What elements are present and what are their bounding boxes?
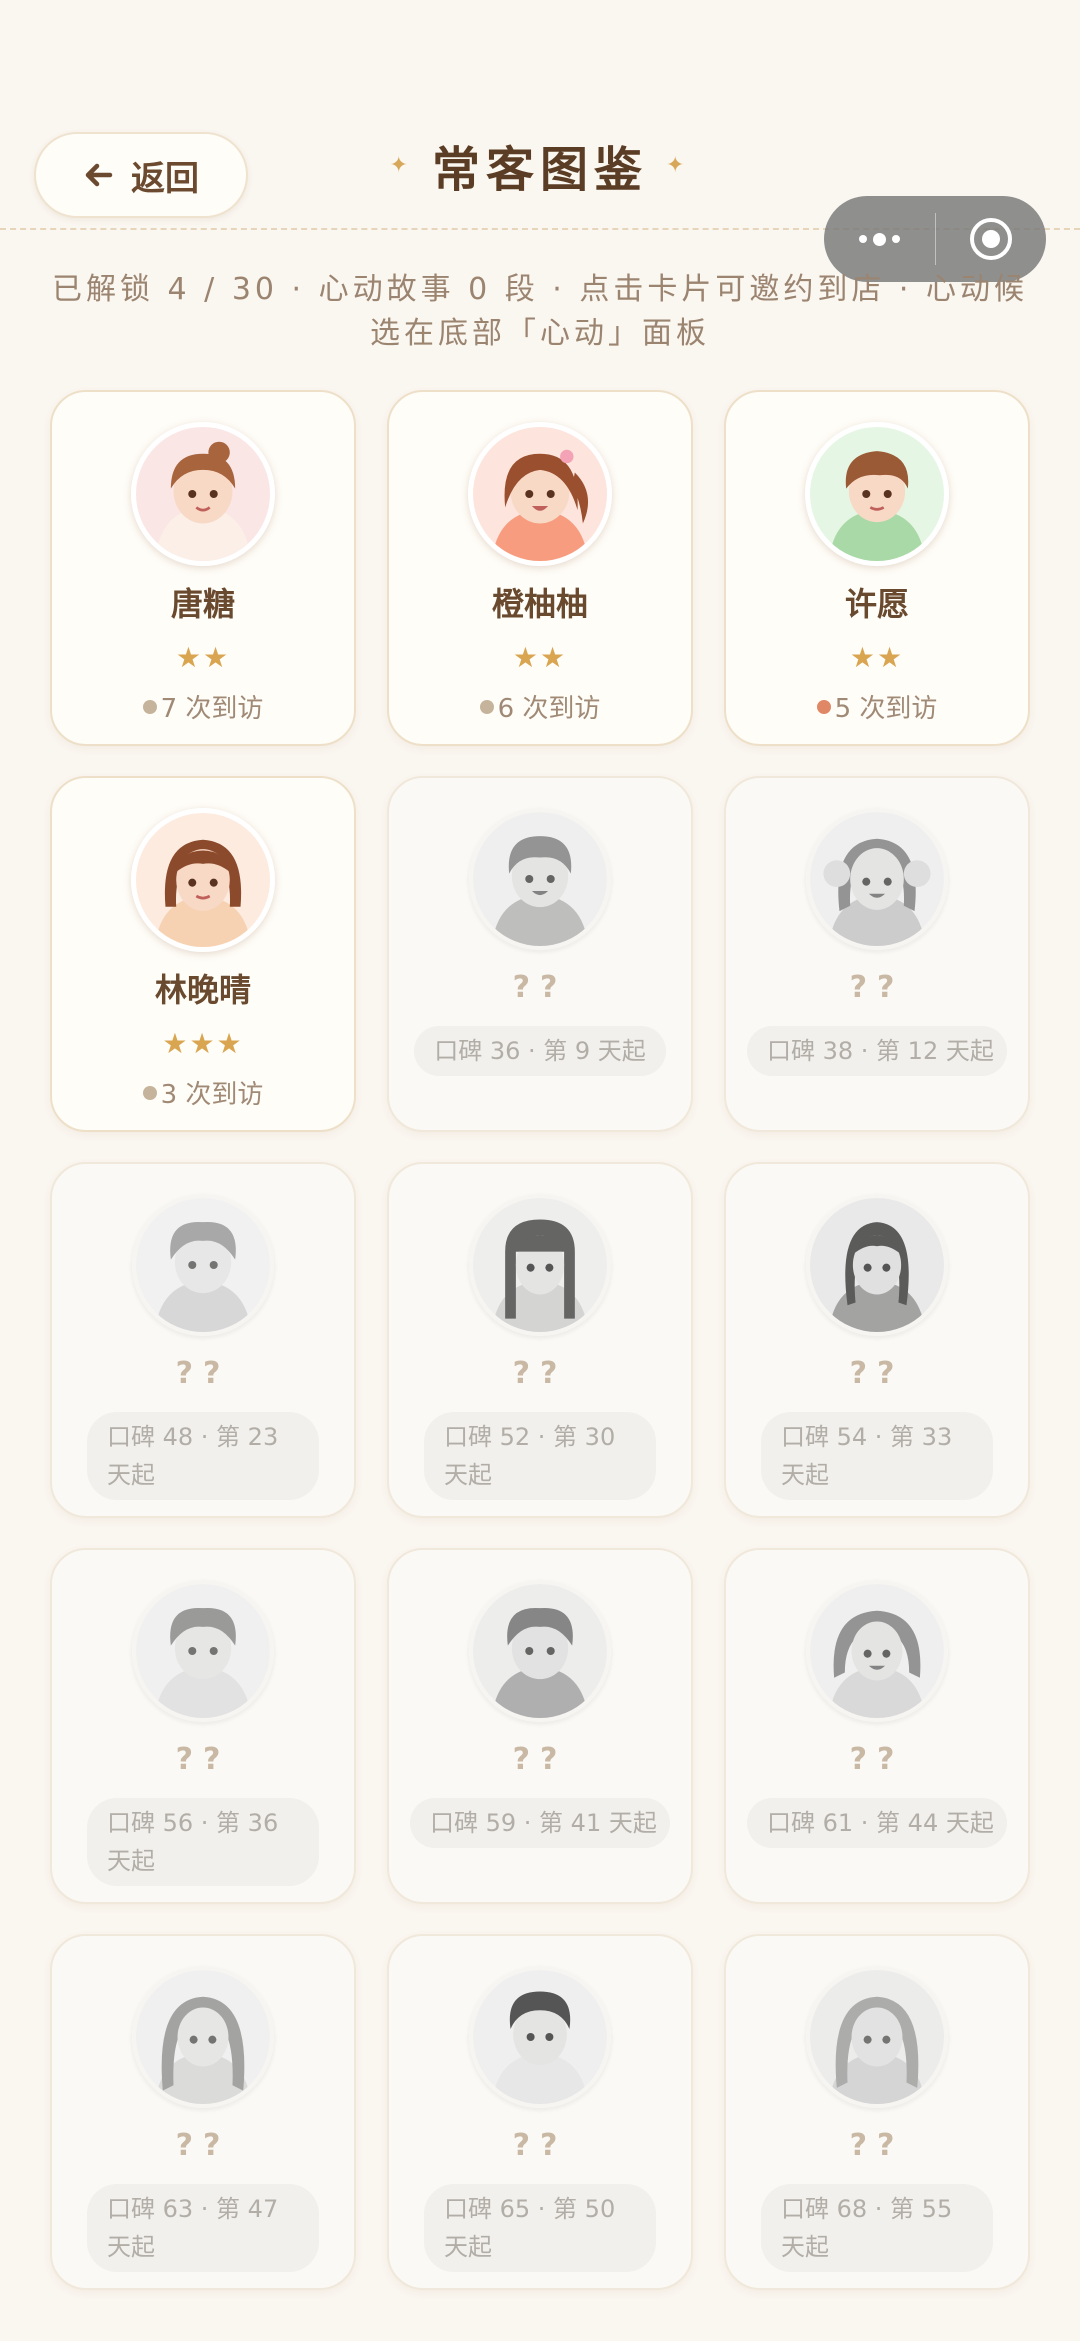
page: 返回 ✦ 常客图鉴 ✦ 已解锁 4 / 30 · 心动故事 0 段 · 点击卡片… [0, 0, 1080, 2341]
guest-avatar-silhouette [806, 1580, 948, 1722]
guest-avatar-silhouette [806, 1194, 948, 1336]
guest-name-hidden: ?? [512, 1356, 568, 1391]
guest-avatar [468, 422, 612, 566]
unlock-hint: 口碑 63 · 第 47 天起 [87, 2184, 319, 2272]
star-rating: ★★ [175, 641, 231, 674]
guest-name-hidden: ?? [175, 2128, 231, 2163]
status-dot-icon [816, 699, 831, 714]
guest-name-hidden: ?? [849, 1356, 905, 1391]
unlock-hint: 口碑 59 · 第 41 天起 [410, 1798, 670, 1848]
guest-avatar-silhouette [469, 1194, 611, 1336]
locked-guest-card[interactable]: ?? 口碑 68 · 第 55 天起 [724, 1934, 1030, 2290]
visit-count: 7 次到访 [142, 688, 263, 725]
guest-name-hidden: ?? [849, 2128, 905, 2163]
star-rating: ★★★ [162, 1027, 244, 1060]
guest-name-hidden: ?? [849, 1742, 905, 1777]
guest-name-hidden: ?? [175, 1356, 231, 1391]
unlock-hint: 口碑 56 · 第 36 天起 [87, 1798, 319, 1886]
guest-avatar [805, 422, 949, 566]
locked-guest-card[interactable]: ?? 口碑 38 · 第 12 天起 [724, 776, 1030, 1132]
page-title: 常客图鉴 [431, 142, 648, 198]
unlock-hint: 口碑 65 · 第 50 天起 [424, 2184, 656, 2272]
guest-name: 林晚晴 [154, 971, 251, 1009]
guest-name-hidden: ?? [849, 970, 905, 1005]
unlock-hint: 口碑 48 · 第 23 天起 [87, 1412, 319, 1500]
guest-avatar-silhouette [469, 1580, 611, 1722]
guest-avatar [131, 422, 275, 566]
locked-guest-card[interactable]: ?? 口碑 63 · 第 47 天起 [50, 1934, 356, 2290]
guest-avatar-silhouette [132, 1580, 274, 1722]
status-dot-icon [142, 699, 157, 714]
star-rating: ★★ [512, 641, 568, 674]
more-dots-icon [858, 232, 900, 246]
guest-name: 许愿 [844, 585, 909, 623]
unlock-hint: 口碑 38 · 第 12 天起 [747, 1026, 1007, 1076]
status-dot-icon [479, 699, 494, 714]
guest-name-hidden: ?? [512, 970, 568, 1005]
star-rating: ★★ [849, 641, 905, 674]
visit-count: 6 次到访 [479, 688, 600, 725]
sparkle-icon: ✦ [666, 152, 691, 178]
guest-avatar [131, 808, 275, 952]
guest-card[interactable]: 许愿 ★★ 5 次到访 [724, 390, 1030, 746]
unlock-hint: 口碑 68 · 第 55 天起 [761, 2184, 993, 2272]
guest-grid: 唐糖 ★★ 7 次到访 橙柚柚 ★★ 6 次到访 许愿 ★★ 5 次到访 林晚晴… [50, 390, 1030, 2290]
guest-name: 橙柚柚 [491, 585, 588, 623]
guest-name: 唐糖 [170, 585, 235, 623]
locked-guest-card[interactable]: ?? 口碑 65 · 第 50 天起 [387, 1934, 693, 2290]
unlock-hint: 口碑 61 · 第 44 天起 [747, 1798, 1007, 1848]
unlock-hint: 口碑 54 · 第 33 天起 [761, 1412, 993, 1500]
unlock-hint: 口碑 36 · 第 9 天起 [414, 1026, 666, 1076]
guest-card[interactable]: 唐糖 ★★ 7 次到访 [50, 390, 356, 746]
guest-name-hidden: ?? [512, 2128, 568, 2163]
guest-card[interactable]: 林晚晴 ★★★ 3 次到访 [50, 776, 356, 1132]
target-close-icon [969, 218, 1012, 260]
locked-guest-card[interactable]: ?? 口碑 48 · 第 23 天起 [50, 1162, 356, 1518]
sparkle-icon: ✦ [389, 152, 414, 178]
locked-guest-card[interactable]: ?? 口碑 54 · 第 33 天起 [724, 1162, 1030, 1518]
visit-count: 3 次到访 [142, 1074, 263, 1111]
locked-guest-card[interactable]: ?? 口碑 59 · 第 41 天起 [387, 1548, 693, 1904]
unlock-hint: 口碑 52 · 第 30 天起 [424, 1412, 656, 1500]
guest-card[interactable]: 橙柚柚 ★★ 6 次到访 [387, 390, 693, 746]
guest-name-hidden: ?? [175, 1742, 231, 1777]
status-dot-icon [142, 1085, 157, 1100]
guest-avatar-silhouette [806, 808, 948, 950]
locked-guest-card[interactable]: ?? 口碑 36 · 第 9 天起 [387, 776, 693, 1132]
guest-avatar-silhouette [469, 1966, 611, 2108]
visit-count: 5 次到访 [816, 688, 937, 725]
guest-avatar-silhouette [132, 1194, 274, 1336]
progress-subtitle: 已解锁 4 / 30 · 心动故事 0 段 · 点击卡片可邀约到店 · 心动候选… [52, 272, 1028, 351]
guest-avatar-silhouette [806, 1966, 948, 2108]
locked-guest-card[interactable]: ?? 口碑 56 · 第 36 天起 [50, 1548, 356, 1904]
guest-name-hidden: ?? [512, 1742, 568, 1777]
guest-avatar-silhouette [469, 808, 611, 950]
locked-guest-card[interactable]: ?? 口碑 52 · 第 30 天起 [387, 1162, 693, 1518]
guest-avatar-silhouette [132, 1966, 274, 2108]
locked-guest-card[interactable]: ?? 口碑 61 · 第 44 天起 [724, 1548, 1030, 1904]
